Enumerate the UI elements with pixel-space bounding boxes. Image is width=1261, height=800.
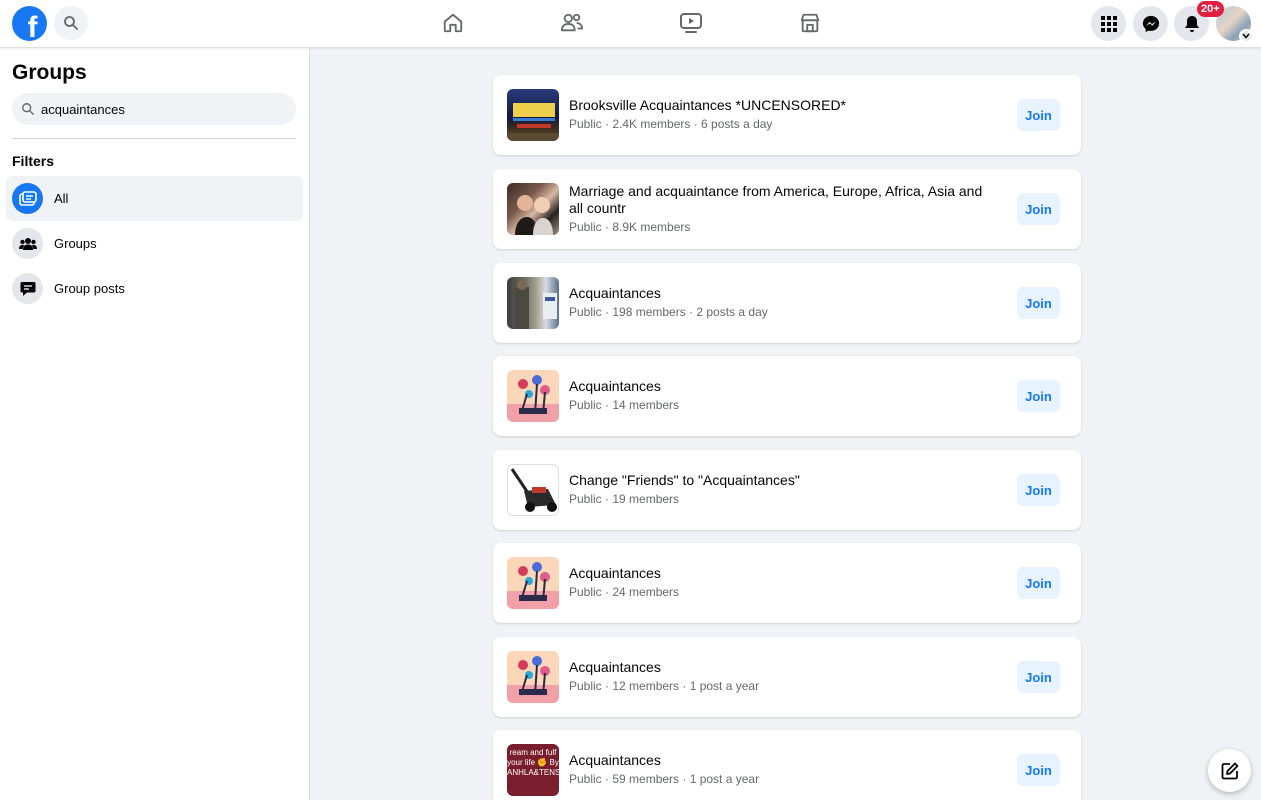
search-icon bbox=[64, 16, 78, 30]
thumbnail-caption: ream and fulf your life ✊ By ANHLA&TENS bbox=[507, 748, 559, 777]
search-button[interactable] bbox=[54, 6, 88, 40]
group-result-card[interactable]: Marriage and acquaintance from America, … bbox=[493, 169, 1081, 249]
group-posts-icon bbox=[12, 273, 43, 304]
join-button[interactable]: Join bbox=[1017, 474, 1060, 506]
join-button[interactable]: Join bbox=[1017, 193, 1060, 225]
group-name[interactable]: Change "Friends" to "Acquaintances" bbox=[569, 472, 995, 489]
facebook-logo[interactable]: f bbox=[12, 6, 47, 41]
search-sidebar: Groups Filters All Groups Group posts bbox=[0, 48, 310, 800]
all-results-icon bbox=[12, 183, 43, 214]
group-info: Change "Friends" to "Acquaintances" Publ… bbox=[569, 450, 995, 530]
filter-groups[interactable]: Groups bbox=[6, 221, 303, 266]
group-result-card[interactable]: Acquaintances Public · 12 members · 1 po… bbox=[493, 637, 1081, 717]
sidebar-title: Groups bbox=[12, 61, 87, 84]
group-result-card[interactable]: Change "Friends" to "Acquaintances" Publ… bbox=[493, 450, 1081, 530]
join-button[interactable]: Join bbox=[1017, 661, 1060, 693]
group-info: Acquaintances Public · 12 members · 1 po… bbox=[569, 637, 995, 717]
group-meta: Public · 24 members bbox=[569, 585, 680, 599]
group-name[interactable]: Acquaintances bbox=[569, 659, 995, 676]
group-meta: Public · 12 members · 1 post a year bbox=[569, 679, 760, 693]
join-button[interactable]: Join bbox=[1017, 567, 1060, 599]
groups-icon bbox=[12, 228, 43, 259]
filters-heading: Filters bbox=[12, 153, 55, 169]
group-meta: Public · 8.9K members bbox=[569, 219, 691, 234]
compose-icon bbox=[1221, 762, 1238, 779]
notifications-badge: 20+ bbox=[1197, 1, 1224, 17]
account-menu-caret[interactable] bbox=[1239, 29, 1253, 43]
marketplace-icon bbox=[800, 13, 820, 33]
group-search-input[interactable] bbox=[41, 101, 281, 117]
filter-all[interactable]: All bbox=[6, 176, 303, 221]
group-thumbnail[interactable] bbox=[507, 651, 559, 703]
group-name[interactable]: Brooksville Acquaintances *UNCENSORED* bbox=[569, 97, 995, 114]
group-thumbnail[interactable] bbox=[507, 89, 559, 141]
group-search-box[interactable] bbox=[12, 93, 296, 125]
group-name[interactable]: Acquaintances bbox=[569, 752, 995, 769]
sidebar-divider bbox=[12, 138, 296, 139]
group-thumbnail[interactable] bbox=[507, 464, 559, 516]
group-result-card[interactable]: Brooksville Acquaintances *UNCENSORED* P… bbox=[493, 75, 1081, 155]
group-info: Acquaintances Public · 14 members bbox=[569, 356, 995, 436]
messenger-button[interactable] bbox=[1133, 6, 1168, 41]
new-message-button[interactable] bbox=[1208, 749, 1251, 792]
group-result-card[interactable]: Acquaintances Public · 198 members · 2 p… bbox=[493, 263, 1081, 343]
bell-icon bbox=[1184, 15, 1199, 32]
group-meta: Public · 198 members · 2 posts a day bbox=[569, 305, 768, 319]
home-nav-button[interactable] bbox=[440, 10, 466, 36]
join-button[interactable]: Join bbox=[1017, 287, 1060, 319]
menu-button[interactable] bbox=[1091, 6, 1126, 41]
group-info: Acquaintances Public · 198 members · 2 p… bbox=[569, 263, 995, 343]
group-thumbnail[interactable] bbox=[507, 277, 559, 329]
group-name[interactable]: Acquaintances bbox=[569, 565, 995, 582]
group-meta: Public · 59 members · 1 post a year bbox=[569, 772, 760, 786]
friends-icon bbox=[561, 13, 584, 32]
group-result-card[interactable]: Acquaintances Public · 14 members Join bbox=[493, 356, 1081, 436]
join-button[interactable]: Join bbox=[1017, 754, 1060, 786]
group-name[interactable]: Marriage and acquaintance from America, … bbox=[569, 183, 995, 217]
chevron-down-icon bbox=[1242, 33, 1250, 39]
filter-group-posts-label: Group posts bbox=[54, 281, 125, 296]
filter-all-label: All bbox=[54, 191, 69, 206]
search-icon bbox=[22, 103, 34, 115]
group-thumbnail[interactable] bbox=[507, 557, 559, 609]
group-meta: Public · 19 members bbox=[569, 492, 680, 506]
join-button[interactable]: Join bbox=[1017, 99, 1060, 131]
group-meta: Public · 2.4K members · 6 posts a day bbox=[569, 117, 773, 131]
group-info: Acquaintances Public · 24 members bbox=[569, 543, 995, 623]
home-icon bbox=[443, 13, 463, 33]
filter-groups-label: Groups bbox=[54, 236, 97, 251]
group-info: Marriage and acquaintance from America, … bbox=[569, 169, 995, 249]
group-name[interactable]: Acquaintances bbox=[569, 378, 995, 395]
group-thumbnail[interactable] bbox=[507, 183, 559, 235]
group-thumbnail[interactable]: ream and fulf your life ✊ By ANHLA&TENS bbox=[507, 744, 559, 796]
group-info: Brooksville Acquaintances *UNCENSORED* P… bbox=[569, 75, 995, 155]
group-meta: Public · 14 members bbox=[569, 398, 680, 412]
facebook-logo-letter: f bbox=[27, 11, 38, 41]
friends-nav-button[interactable] bbox=[559, 10, 585, 36]
filter-group-posts[interactable]: Group posts bbox=[6, 266, 303, 311]
group-name[interactable]: Acquaintances bbox=[569, 285, 995, 302]
marketplace-nav-button[interactable] bbox=[797, 10, 823, 36]
video-icon bbox=[680, 13, 702, 33]
watch-nav-button[interactable] bbox=[678, 10, 704, 36]
join-button[interactable]: Join bbox=[1017, 380, 1060, 412]
messenger-icon bbox=[1142, 15, 1159, 32]
grid-menu-icon bbox=[1100, 15, 1117, 32]
group-info: Acquaintances Public · 59 members · 1 po… bbox=[569, 730, 995, 800]
group-result-card[interactable]: ream and fulf your life ✊ By ANHLA&TENS … bbox=[493, 730, 1081, 800]
top-navigation-bar: f 20+ bbox=[0, 0, 1261, 48]
group-result-card[interactable]: Acquaintances Public · 24 members Join bbox=[493, 543, 1081, 623]
group-thumbnail[interactable] bbox=[507, 370, 559, 422]
